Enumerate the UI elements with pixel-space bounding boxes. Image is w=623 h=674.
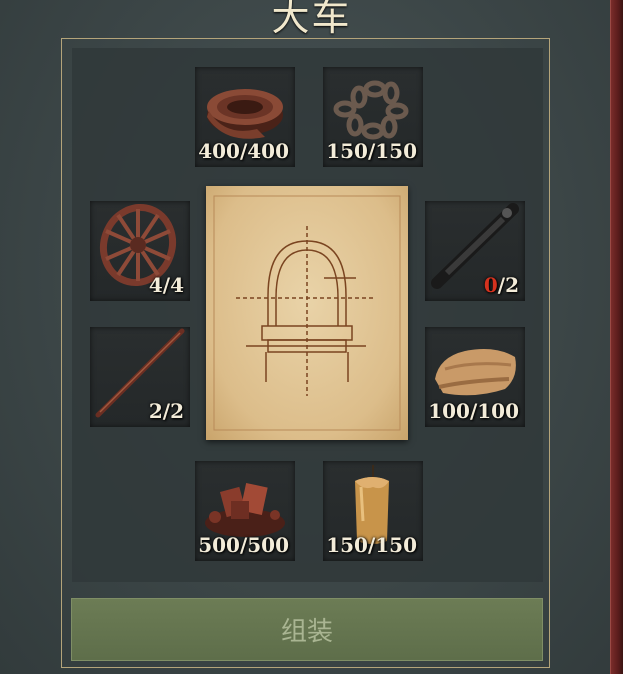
count-rod: 2/2	[148, 399, 184, 423]
material-slot-candle[interactable]: 150/150	[323, 461, 423, 561]
count-candle: 150/150	[326, 533, 417, 557]
count-chain: 150/150	[326, 139, 417, 163]
count-leather: 400/400	[198, 139, 289, 163]
material-slot-wheel[interactable]: 4/4	[90, 201, 190, 301]
cart-title: 大车	[271, 0, 352, 39]
cart-blueprint	[206, 186, 408, 440]
count-cloth: 100/100	[428, 399, 519, 423]
material-slot-ore[interactable]: 500/500	[195, 461, 295, 561]
material-slot-rod[interactable]: 2/2	[90, 327, 190, 427]
material-slot-roller[interactable]: 0/2	[425, 201, 525, 301]
material-slot-cloth[interactable]: 100/100	[425, 327, 525, 427]
cart-sketch-icon	[213, 195, 401, 431]
assemble-button[interactable]: 组装	[71, 598, 543, 661]
material-slot-leather[interactable]: 400/400	[195, 67, 295, 167]
count-wheel: 4/4	[148, 273, 184, 297]
material-slot-chain[interactable]: 150/150	[323, 67, 423, 167]
count-ore: 500/500	[198, 533, 289, 557]
count-roller: 0/2	[483, 273, 519, 297]
right-edge-bar	[610, 0, 623, 674]
